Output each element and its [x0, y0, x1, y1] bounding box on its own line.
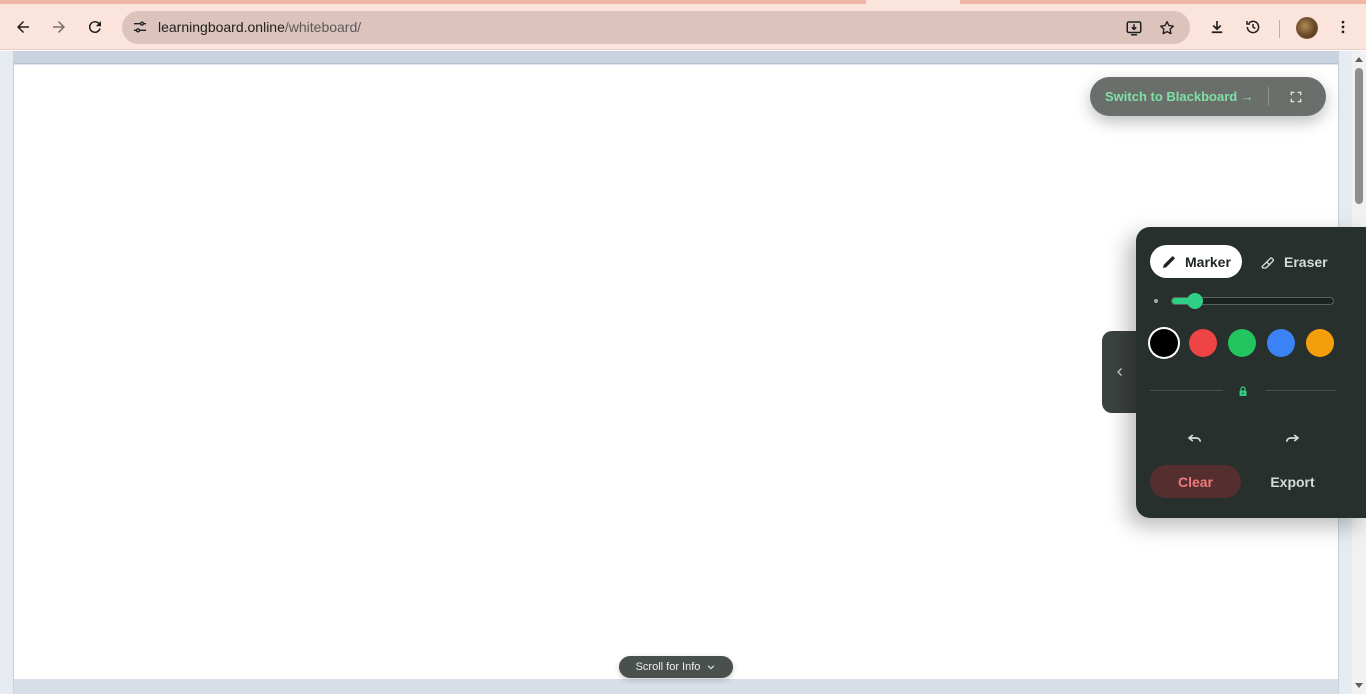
eraser-tool-button[interactable]: Eraser [1256, 245, 1346, 278]
color-swatch-green[interactable] [1228, 329, 1256, 357]
clear-button[interactable]: Clear [1150, 465, 1241, 498]
url-domain: learningboard.online [158, 19, 285, 35]
url-path: /whiteboard/ [284, 19, 362, 35]
undo-icon [1187, 434, 1202, 442]
color-swatch-orange[interactable] [1306, 329, 1334, 357]
pencil-icon [1163, 255, 1175, 268]
install-app-icon [1126, 21, 1142, 36]
site-info-button[interactable] [128, 15, 152, 39]
url-text[interactable]: learningboard.online/whiteboard/ [158, 19, 361, 35]
scroll-up-arrow[interactable] [1355, 57, 1363, 62]
back-arrow-icon [17, 21, 29, 33]
chevron-down-icon [708, 665, 715, 670]
eraser-label: Eraser [1284, 253, 1328, 270]
pill-separator [1268, 87, 1269, 106]
board-mode-bar: Switch to Blackboard → [1090, 77, 1326, 116]
color-swatch-blue[interactable] [1267, 329, 1295, 357]
brush-size-slider[interactable] [1171, 293, 1334, 309]
tune-icon [134, 21, 146, 33]
lock-divider [1150, 385, 1336, 397]
redo-button[interactable] [1281, 427, 1303, 449]
profile-avatar[interactable] [1296, 17, 1318, 39]
tool-panel: Marker Eraser Clear Export [1136, 227, 1366, 518]
scroll-info-label: Scroll for Info [635, 661, 701, 673]
export-button[interactable]: Export [1247, 465, 1338, 498]
history-button[interactable] [1237, 11, 1269, 43]
toolbar-separator [1279, 20, 1280, 38]
browser-toolbar: learningboard.online/whiteboard/ [0, 4, 1366, 50]
eraser-icon [1261, 256, 1274, 269]
reload-button[interactable] [79, 11, 111, 43]
board-frame-bottom [14, 679, 1338, 694]
board-frame-top [14, 51, 1338, 64]
color-swatch-red[interactable] [1189, 329, 1217, 357]
bookmark-button[interactable] [1154, 15, 1180, 41]
reload-icon [88, 21, 101, 34]
marker-label: Marker [1185, 253, 1231, 270]
color-swatch-black[interactable] [1150, 329, 1178, 357]
download-icon [1211, 21, 1223, 34]
scroll-down-arrow[interactable] [1355, 683, 1363, 688]
redo-icon [1285, 434, 1300, 442]
divider-line-left [1150, 390, 1223, 391]
fullscreen-icon [1290, 91, 1302, 103]
undo-button[interactable] [1184, 427, 1206, 449]
small-size-dot-icon [1154, 299, 1158, 303]
scroll-thumb[interactable] [1355, 68, 1363, 204]
board-frame-left [0, 51, 14, 694]
chevron-left-icon [1117, 368, 1122, 376]
brush-size-thumb[interactable] [1187, 293, 1203, 309]
lock-icon [1239, 385, 1247, 396]
marker-tool-button[interactable]: Marker [1150, 245, 1242, 278]
kebab-menu-icon [1341, 20, 1345, 34]
fullscreen-button[interactable] [1286, 87, 1306, 107]
scroll-for-info-button[interactable]: Scroll for Info [619, 656, 733, 678]
star-icon [1160, 20, 1174, 35]
browser-menu-button[interactable] [1327, 11, 1359, 43]
switch-to-blackboard-button[interactable]: Switch to Blackboard → [1105, 89, 1254, 104]
install-app-button[interactable] [1121, 15, 1147, 41]
forward-button[interactable] [43, 11, 75, 43]
downloads-button[interactable] [1201, 11, 1233, 43]
forward-arrow-icon [53, 21, 65, 33]
address-bar[interactable]: learningboard.online/whiteboard/ [122, 11, 1190, 44]
back-button[interactable] [7, 11, 39, 43]
lock-button[interactable] [1237, 385, 1249, 397]
history-icon [1246, 20, 1260, 34]
divider-line-right [1266, 390, 1336, 391]
